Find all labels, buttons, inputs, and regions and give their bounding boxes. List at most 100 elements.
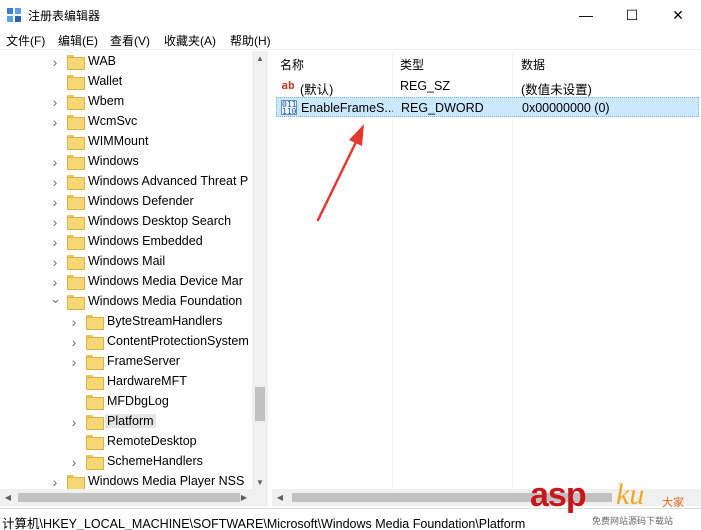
menu-edit[interactable]: 编辑(E) — [58, 32, 98, 49]
tree-item[interactable]: RemoteDesktop — [0, 432, 252, 452]
expand-chevron-icon[interactable]: › — [69, 335, 79, 349]
folder-icon — [67, 475, 85, 490]
scrollbar-thumb[interactable] — [18, 493, 240, 502]
tree-item-label: ByteStreamHandlers — [107, 314, 223, 328]
tree-item[interactable]: › FrameServer — [0, 352, 252, 372]
tree-item-label: Windows Media Device Mar — [88, 274, 243, 288]
column-divider[interactable] — [512, 51, 513, 491]
tree-item-label: Windows Media Player NSS — [88, 474, 245, 488]
registry-key-tree[interactable]: › WAB Wallet › Wbem › WcmSvc WIMMount › Windows › W… — [0, 51, 268, 506]
tree-item[interactable]: WIMMount — [0, 132, 252, 152]
value-row-default[interactable]: ab (默认) REG_SZ (数值未设置) — [276, 76, 699, 97]
tree-item-label: Wallet — [88, 74, 123, 88]
expand-chevron-icon[interactable]: › — [50, 475, 60, 489]
expand-chevron-icon[interactable]: › — [50, 215, 60, 229]
expand-chevron-icon[interactable]: › — [50, 115, 60, 129]
tree-item-label: WcmSvc — [88, 114, 138, 128]
folder-icon — [67, 215, 85, 230]
scroll-left-icon[interactable]: ◀ — [0, 489, 16, 506]
menu-help[interactable]: 帮助(H) — [230, 32, 271, 49]
tree-item[interactable]: › Windows Embedded — [0, 232, 252, 252]
tree-item-label: Windows Embedded — [88, 234, 203, 248]
tree-item-label: Windows Defender — [88, 194, 194, 208]
folder-icon — [86, 315, 104, 330]
menu-favorites[interactable]: 收藏夹(A) — [164, 32, 216, 49]
expand-chevron-icon[interactable]: › — [69, 315, 79, 329]
tree-item[interactable]: › Platform — [0, 412, 252, 432]
tree-item-label: Windows Desktop Search — [88, 214, 232, 228]
tree-item[interactable]: › Wbem — [0, 92, 252, 112]
expand-chevron-icon[interactable]: › — [50, 195, 60, 209]
folder-icon — [86, 395, 104, 410]
tree-item-label: RemoteDesktop — [107, 434, 197, 448]
minimize-icon: — — [579, 7, 593, 23]
tree-item[interactable]: › Windows Defender — [0, 192, 252, 212]
collapse-chevron-icon[interactable]: ⌄ — [50, 292, 61, 309]
scroll-right-icon[interactable]: ▶ — [236, 489, 252, 506]
expand-chevron-icon[interactable]: › — [50, 235, 60, 249]
tree-item[interactable]: Wallet — [0, 72, 252, 92]
expand-chevron-icon[interactable]: › — [69, 415, 79, 429]
tree-item[interactable]: › Windows Mail — [0, 252, 252, 272]
current-key-path: 计算机\HKEY_LOCAL_MACHINE\SOFTWARE\Microsof… — [2, 517, 526, 530]
registry-values-list[interactable]: 名称 类型 数据 ab (默认) REG_SZ (数值未设置) 011 110 E… — [272, 51, 701, 506]
tree-item[interactable]: › ByteStreamHandlers — [0, 312, 252, 332]
value-type: REG_SZ — [400, 79, 451, 93]
scrollbar-thumb[interactable] — [255, 387, 265, 421]
expand-chevron-icon[interactable]: › — [50, 175, 60, 189]
value-row-enableframeserver[interactable]: 011 110 EnableFrameS... REG_DWORD 0x00000… — [276, 97, 699, 117]
tree-item[interactable]: › WcmSvc — [0, 112, 252, 132]
tree-item[interactable]: › WAB — [0, 52, 252, 72]
tree-item-label: WAB — [88, 54, 117, 68]
tree-item-label: SchemeHandlers — [107, 454, 203, 468]
tree-item-label: Windows Media Foundation — [88, 294, 243, 308]
expand-chevron-icon[interactable]: › — [69, 355, 79, 369]
expand-chevron-icon[interactable]: › — [50, 155, 60, 169]
watermark-subtitle: 免费网站源码下载站 — [592, 516, 674, 526]
menu-file[interactable]: 文件(F) — [6, 32, 45, 49]
tree-item[interactable]: › Windows Advanced Threat P — [0, 172, 252, 192]
tree-item[interactable]: › ContentProtectionSystem — [0, 332, 252, 352]
tree-item[interactable]: MFDbgLog — [0, 392, 252, 412]
tree-item[interactable]: › SchemeHandlers — [0, 452, 252, 472]
column-header-type[interactable]: 类型 — [400, 51, 424, 75]
column-header-data[interactable]: 数据 — [521, 51, 545, 75]
scroll-up-icon[interactable]: ▲ — [252, 51, 268, 67]
window-title: 注册表编辑器 — [28, 9, 101, 23]
tree-item[interactable]: › Windows — [0, 152, 252, 172]
tree-item-label: Windows — [88, 154, 139, 168]
tree-item[interactable]: › Windows Media Device Mar — [0, 272, 252, 292]
expand-chevron-icon[interactable]: › — [50, 95, 60, 109]
folder-icon — [67, 75, 85, 90]
tree-item[interactable]: HardwareMFT — [0, 372, 252, 392]
folder-icon — [67, 275, 85, 290]
minimize-button[interactable]: — — [563, 0, 609, 30]
tree-vertical-scrollbar[interactable]: ▲ ▼ — [252, 51, 268, 491]
tree-item[interactable]: › Windows Desktop Search — [0, 212, 252, 232]
expand-chevron-icon[interactable]: › — [69, 455, 79, 469]
menu-view[interactable]: 查看(V) — [110, 32, 150, 49]
column-divider[interactable] — [392, 51, 393, 491]
folder-icon — [67, 115, 85, 130]
expand-chevron-icon[interactable]: › — [50, 275, 60, 289]
folder-icon — [67, 95, 85, 110]
tree-item[interactable]: ⌄ Windows Media Foundation — [0, 292, 252, 312]
value-data: 0x00000000 (0) — [522, 101, 610, 115]
folder-icon — [67, 295, 85, 310]
tree-item-label: ContentProtectionSystem — [107, 334, 249, 348]
folder-icon — [67, 135, 85, 150]
tree-horizontal-scrollbar[interactable]: ◀ ▶ — [0, 489, 268, 506]
tree-item-label: Wbem — [88, 94, 125, 108]
value-name: (默认) — [300, 83, 334, 97]
tree-item-label: HardwareMFT — [107, 374, 187, 388]
column-header-name[interactable]: 名称 — [280, 51, 304, 75]
close-button[interactable]: ✕ — [655, 0, 701, 30]
maximize-button[interactable]: ☐ — [609, 0, 655, 30]
folder-icon — [86, 415, 104, 430]
expand-chevron-icon[interactable]: › — [50, 255, 60, 269]
scroll-left-icon[interactable]: ◀ — [272, 489, 288, 506]
expand-chevron-icon[interactable]: › — [50, 55, 60, 69]
folder-icon — [86, 375, 104, 390]
